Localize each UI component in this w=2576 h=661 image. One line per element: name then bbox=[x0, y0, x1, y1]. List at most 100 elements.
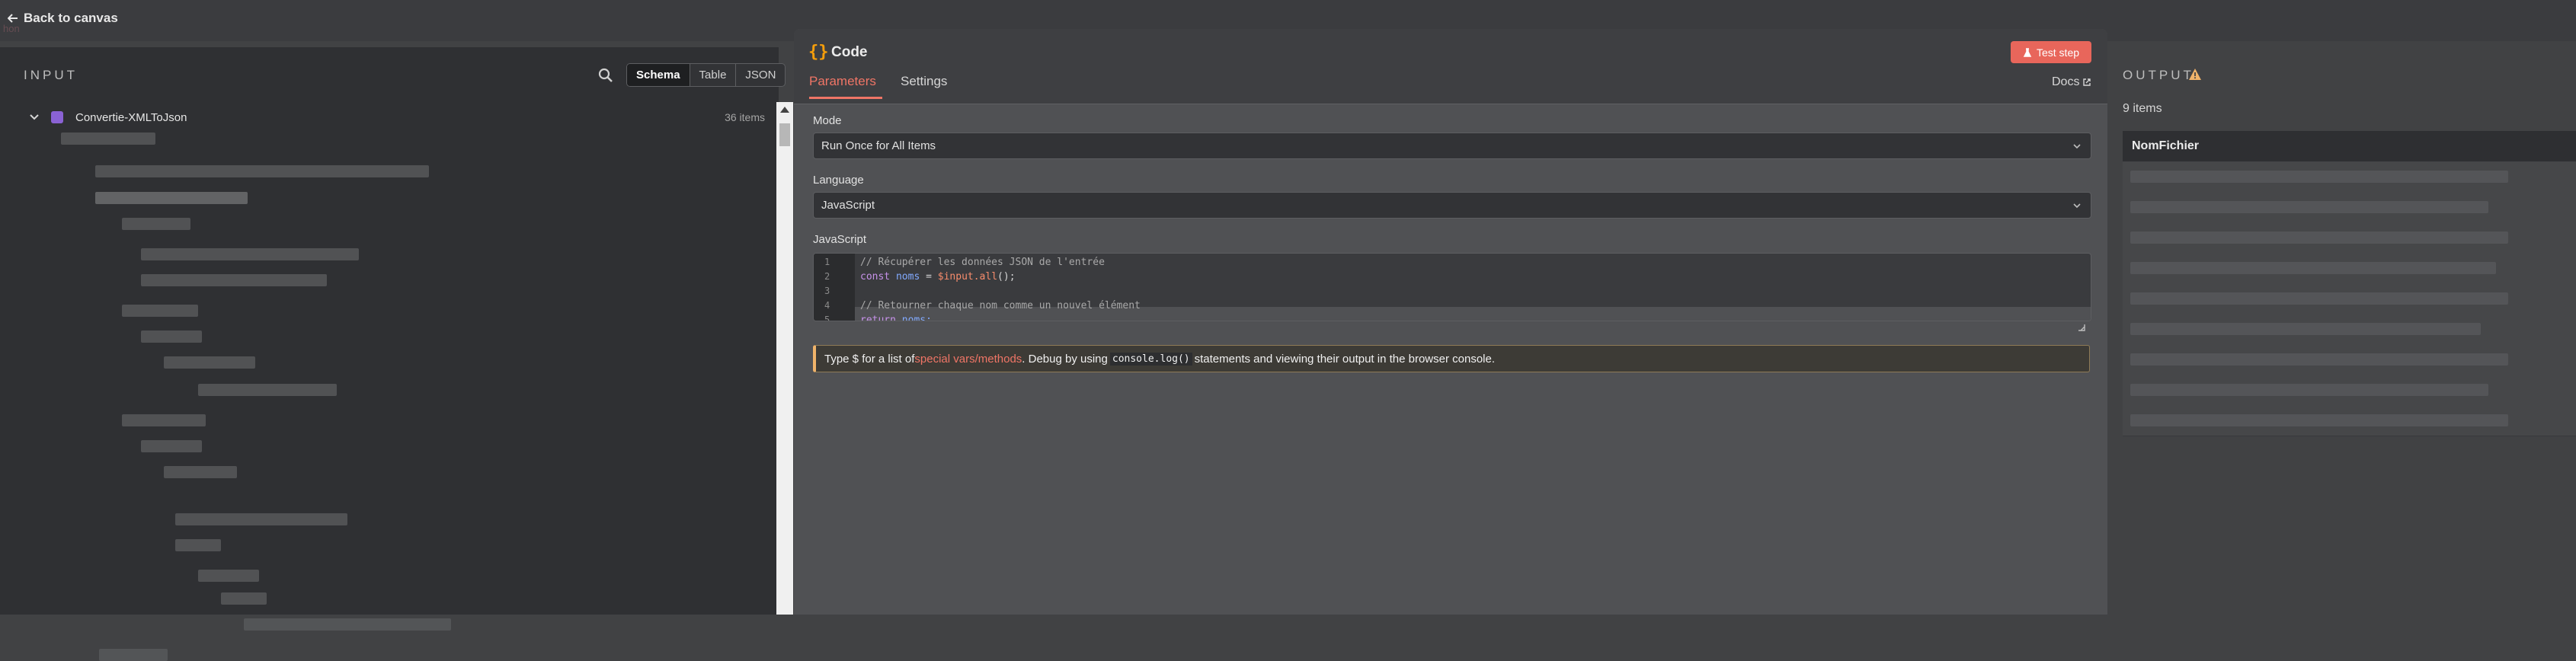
schema-field[interactable] bbox=[164, 356, 255, 369]
chevron-down-icon bbox=[2073, 203, 2081, 209]
mode-value: Run Once for All Items bbox=[821, 139, 936, 152]
schema-field[interactable] bbox=[99, 649, 168, 661]
code-braces-icon: {} bbox=[808, 43, 829, 62]
code-variable: noms; bbox=[901, 315, 932, 321]
schema-field[interactable] bbox=[141, 330, 202, 343]
table-row[interactable] bbox=[2123, 314, 2576, 345]
tab-settings[interactable]: Settings bbox=[901, 74, 947, 89]
line-number: 5 bbox=[824, 315, 830, 321]
schema-field[interactable] bbox=[175, 513, 347, 525]
code-line-2: const noms = $input.all(); bbox=[860, 271, 1016, 283]
search-icon[interactable] bbox=[597, 67, 614, 84]
hint-suffix: statements and viewing their output in t… bbox=[1194, 352, 1496, 366]
line-number: 3 bbox=[824, 286, 830, 296]
output-item-count: 9 items bbox=[2123, 102, 2162, 115]
input-panel: INPUT Schema Table JSON Convertie-XMLToJ… bbox=[0, 47, 786, 661]
table-row[interactable] bbox=[2123, 405, 2576, 436]
test-step-button[interactable]: Test step bbox=[2011, 41, 2091, 63]
code-keyword: const bbox=[860, 271, 896, 283]
schema-field[interactable] bbox=[61, 133, 155, 145]
schema-field[interactable] bbox=[122, 305, 198, 317]
code-hint-callout: Type $ for a list of special vars/method… bbox=[813, 345, 2090, 372]
code-punctuation: (); bbox=[997, 271, 1016, 283]
view-table[interactable]: Table bbox=[690, 64, 737, 86]
back-label: Back to canvas bbox=[24, 11, 118, 25]
view-schema[interactable]: Schema bbox=[627, 64, 690, 86]
language-label: Language bbox=[813, 174, 864, 187]
editor-resize-icon[interactable] bbox=[2077, 323, 2086, 332]
input-node-name: Convertie-XMLToJson bbox=[75, 110, 187, 124]
faded-canvas-text: hon bbox=[3, 23, 20, 34]
active-tab-indicator bbox=[809, 97, 882, 99]
code-editor[interactable]: 1 2 3 4 5 // Récupérer les données JSON … bbox=[813, 253, 2091, 321]
input-node-row[interactable]: Convertie-XMLToJson 36 items bbox=[29, 107, 765, 128]
scroll-up-icon[interactable] bbox=[780, 107, 789, 113]
special-vars-link[interactable]: special vars/methods bbox=[914, 353, 1022, 366]
line-number-gutter: 1 2 3 4 5 bbox=[814, 254, 855, 321]
schema-field[interactable] bbox=[95, 192, 248, 204]
external-link-icon bbox=[2083, 78, 2091, 86]
table-row[interactable] bbox=[2123, 222, 2576, 254]
schema-field[interactable] bbox=[122, 414, 206, 426]
code-label: JavaScript bbox=[813, 233, 867, 246]
schema-field[interactable] bbox=[164, 466, 237, 478]
schema-field[interactable] bbox=[141, 248, 359, 260]
schema-field[interactable] bbox=[198, 570, 259, 582]
code-line-5: return noms; bbox=[860, 315, 932, 321]
schema-field[interactable] bbox=[141, 440, 202, 452]
code-keyword: return bbox=[860, 315, 902, 321]
table-row[interactable] bbox=[2123, 253, 2576, 284]
table-row[interactable] bbox=[2123, 344, 2576, 375]
view-toggle: Schema Table JSON bbox=[626, 63, 786, 87]
column-name: NomFichier bbox=[2132, 139, 2200, 152]
table-row[interactable] bbox=[2123, 161, 2576, 193]
input-title: INPUT bbox=[24, 68, 78, 82]
schema-field[interactable] bbox=[198, 384, 337, 396]
language-select[interactable]: JavaScript bbox=[813, 192, 2091, 219]
back-to-canvas-button[interactable]: Back to canvas bbox=[8, 11, 118, 26]
line-number: 2 bbox=[824, 271, 830, 282]
hint-middle: . Debug by using bbox=[1022, 352, 1108, 366]
arrow-left-icon bbox=[8, 14, 18, 23]
code-function: $input.all bbox=[937, 271, 998, 283]
test-step-label: Test step bbox=[2036, 46, 2080, 59]
line-number: 4 bbox=[824, 300, 830, 311]
node-header: {} Code Test step Parameters Settings Do… bbox=[794, 29, 2107, 104]
table-row[interactable] bbox=[2123, 192, 2576, 223]
flask-icon bbox=[2023, 47, 2032, 57]
docs-label: Docs bbox=[2052, 75, 2080, 88]
hint-code: console.log() bbox=[1109, 352, 1192, 366]
view-json[interactable]: JSON bbox=[736, 64, 785, 86]
chevron-down-icon[interactable] bbox=[29, 112, 40, 123]
code-line-1: // Récupérer les données JSON de l'entré… bbox=[860, 257, 1105, 268]
schema-field[interactable] bbox=[221, 592, 267, 605]
line-number: 1 bbox=[824, 257, 830, 267]
schema-field[interactable] bbox=[122, 218, 190, 230]
input-scrollbar[interactable] bbox=[776, 102, 793, 615]
output-column-header: NomFichier bbox=[2123, 131, 2576, 161]
output-title: OUTPUT bbox=[2123, 68, 2194, 82]
file-icon bbox=[51, 111, 63, 123]
output-panel: OUTPUT 9 items NomFichier bbox=[2107, 47, 2576, 615]
chevron-down-icon bbox=[2073, 144, 2081, 149]
tab-parameters[interactable]: Parameters bbox=[809, 74, 876, 89]
warning-icon[interactable] bbox=[2188, 68, 2202, 81]
scrollbar-thumb[interactable] bbox=[779, 123, 790, 146]
code-operator: = bbox=[920, 271, 938, 283]
code-line-4: // Retourner chaque nom comme un nouvel … bbox=[860, 300, 1141, 311]
docs-link[interactable]: Docs bbox=[2052, 75, 2091, 89]
table-row[interactable] bbox=[2123, 283, 2576, 315]
mode-select[interactable]: Run Once for All Items bbox=[813, 133, 2091, 159]
code-variable: noms bbox=[895, 271, 920, 283]
schema-field[interactable] bbox=[141, 274, 327, 286]
schema-field[interactable] bbox=[175, 539, 221, 551]
schema-field[interactable] bbox=[244, 618, 451, 631]
code-node-panel: {} Code Test step Parameters Settings Do… bbox=[794, 29, 2107, 615]
schema-field[interactable] bbox=[95, 165, 429, 177]
table-row[interactable] bbox=[2123, 375, 2576, 406]
language-value: JavaScript bbox=[821, 199, 875, 212]
mode-label: Mode bbox=[813, 114, 842, 127]
node-title[interactable]: Code bbox=[831, 44, 868, 61]
input-item-count: 36 items bbox=[725, 111, 765, 123]
hint-prefix: Type $ for a list of bbox=[824, 352, 915, 366]
